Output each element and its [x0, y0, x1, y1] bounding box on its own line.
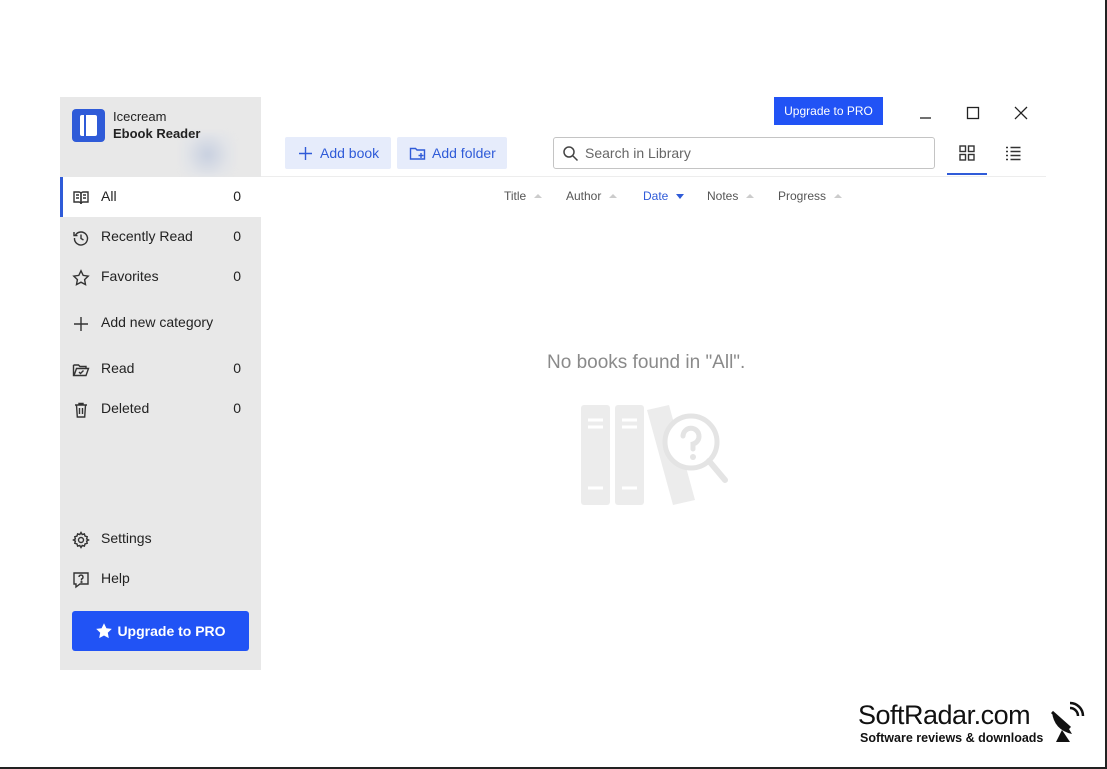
- sidebar-item-label: All: [101, 188, 117, 204]
- sidebar-item-label: Settings: [101, 530, 152, 546]
- sort-title[interactable]: Title: [504, 189, 543, 203]
- sort-progress[interactable]: Progress: [778, 189, 843, 203]
- upgrade-pro-button[interactable]: Upgrade to PRO: [72, 611, 249, 651]
- brand: Icecream Ebook Reader: [72, 108, 200, 142]
- sidebar-item-label: Recently Read: [101, 228, 193, 244]
- add-folder-button[interactable]: Add folder: [397, 137, 507, 169]
- help-icon: [72, 571, 90, 589]
- folder-add-icon: [409, 147, 426, 160]
- app-window: Icecream Ebook Reader All 0 Recently Rea…: [60, 97, 1046, 670]
- add-book-button[interactable]: Add book: [285, 137, 391, 169]
- search-box: [553, 137, 935, 169]
- gear-icon: [72, 531, 90, 549]
- sidebar-item-read[interactable]: Read 0: [60, 349, 261, 389]
- sort-arrow-icon: [676, 193, 685, 199]
- grid-icon: [959, 145, 975, 161]
- sidebar-item-count: 0: [233, 188, 241, 204]
- trash-icon: [72, 401, 90, 419]
- add-folder-label: Add folder: [432, 145, 496, 161]
- add-book-label: Add book: [320, 145, 380, 161]
- plus-icon: [72, 315, 90, 333]
- open-book-icon: [72, 189, 90, 207]
- app-logo-icon: [72, 108, 105, 142]
- sort-date[interactable]: Date: [643, 189, 685, 203]
- brand-line2: Ebook Reader: [113, 126, 201, 141]
- watermark-title: SoftRadar.com: [858, 700, 1031, 730]
- minimize-icon: [920, 117, 931, 119]
- sidebar-item-add-category[interactable]: Add new category: [60, 303, 261, 343]
- sidebar-item-label: Deleted: [101, 400, 150, 416]
- star-filled-icon: [96, 623, 113, 639]
- sidebar-item-deleted[interactable]: Deleted 0: [60, 389, 261, 429]
- minimize-button[interactable]: [910, 101, 940, 125]
- sidebar-item-label: Favorites: [101, 268, 159, 284]
- sort-notes[interactable]: Notes: [707, 189, 755, 203]
- empty-state-message: No books found in "All".: [547, 352, 746, 373]
- screenshot: Icecream Ebook Reader All 0 Recently Rea…: [0, 0, 1107, 769]
- sidebar-item-recently-read[interactable]: Recently Read 0: [60, 217, 261, 257]
- softradar-watermark: SoftRadar.com Software reviews & downloa…: [858, 700, 1088, 750]
- upgrade-pro-label: Upgrade to PRO: [117, 623, 226, 639]
- sort-label: Date: [643, 189, 669, 203]
- sort-arrow-icon: [609, 194, 618, 198]
- header-divider: [261, 176, 1046, 177]
- satellite-dish-icon: [1051, 701, 1085, 742]
- sidebar-item-settings[interactable]: Settings: [60, 519, 261, 559]
- brand-line1: Icecream: [113, 109, 167, 124]
- sort-label: Progress: [778, 189, 827, 203]
- plus-icon: [299, 146, 312, 160]
- search-icon: [563, 146, 579, 162]
- sidebar-item-label: Add new category: [101, 314, 214, 330]
- maximize-icon: [966, 106, 980, 120]
- sort-arrow-icon: [746, 194, 755, 198]
- sidebar-item-count: 0: [233, 228, 241, 244]
- sort-label: Title: [504, 189, 527, 203]
- star-icon: [72, 269, 90, 287]
- history-icon: [72, 229, 90, 247]
- folder-check-icon: [72, 361, 90, 379]
- sidebar-item-favorites[interactable]: Favorites 0: [60, 257, 261, 297]
- sidebar: Icecream Ebook Reader All 0 Recently Rea…: [60, 97, 261, 670]
- search-input[interactable]: [585, 143, 925, 163]
- watermark-subtitle: Software reviews & downloads: [860, 731, 1044, 745]
- sort-arrow-icon: [534, 194, 543, 198]
- sort-author[interactable]: Author: [566, 189, 618, 203]
- sidebar-item-help[interactable]: Help: [60, 559, 261, 599]
- sidebar-item-label: Read: [101, 360, 135, 376]
- sidebar-item-all[interactable]: All 0: [60, 177, 261, 217]
- empty-books-illustration: [579, 400, 729, 510]
- close-icon: [1014, 106, 1028, 120]
- sidebar-item-count: 0: [233, 268, 241, 284]
- sort-label: Notes: [707, 189, 739, 203]
- list-icon: [1006, 146, 1021, 161]
- sidebar-item-count: 0: [233, 400, 241, 416]
- brand-name: Icecream Ebook Reader: [113, 108, 200, 142]
- maximize-button[interactable]: [958, 101, 988, 125]
- upgrade-pro-top-button[interactable]: Upgrade to PRO: [774, 97, 883, 125]
- sidebar-item-label: Help: [101, 570, 130, 586]
- close-button[interactable]: [1006, 101, 1036, 125]
- sort-arrow-icon: [834, 194, 843, 198]
- grid-view-button[interactable]: [947, 137, 987, 175]
- sort-label: Author: [566, 189, 602, 203]
- sidebar-item-count: 0: [233, 360, 241, 376]
- list-view-button[interactable]: [993, 137, 1033, 175]
